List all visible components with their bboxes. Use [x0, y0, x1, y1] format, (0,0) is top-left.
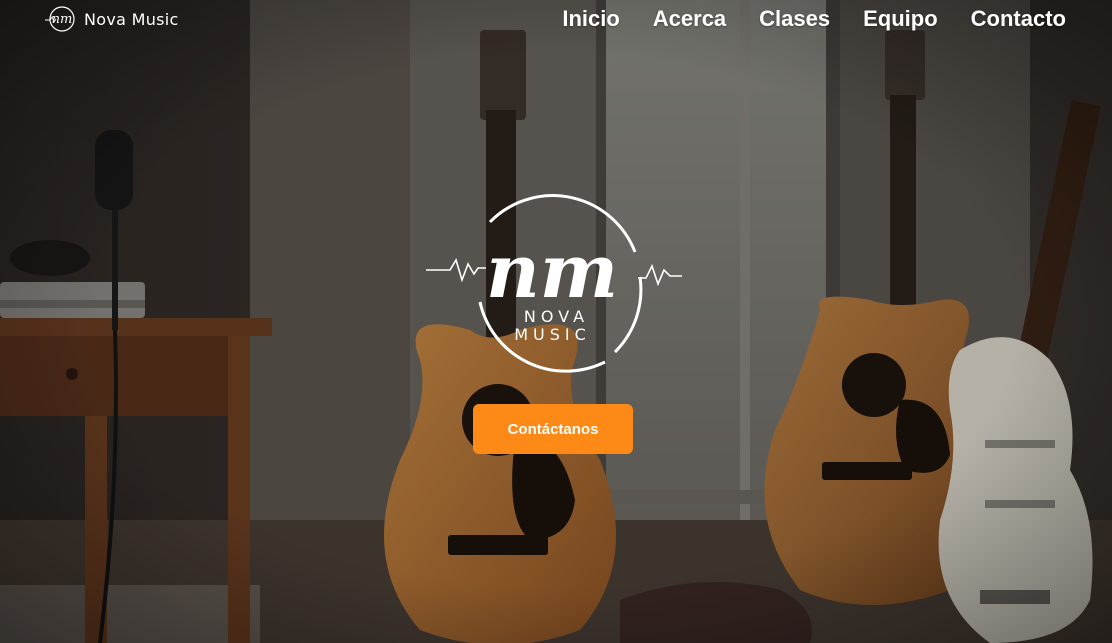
- contact-us-button[interactable]: Contáctanos: [473, 404, 633, 454]
- brand-name: Nova Music: [84, 9, 179, 29]
- svg-text:nm: nm: [486, 229, 618, 315]
- nova-music-logo-icon: nm: [45, 6, 75, 32]
- hero-logo-emblem: nm: [426, 194, 682, 373]
- site-header: nm Nova Music Inicio Acerca Clases Equip…: [0, 0, 1112, 42]
- nav-link-contacto[interactable]: Contacto: [971, 6, 1066, 32]
- brand-home-link[interactable]: nm Nova Music: [44, 4, 179, 34]
- main-nav: Inicio Acerca Clases Equipo Contacto: [562, 6, 1066, 32]
- nav-link-equipo[interactable]: Equipo: [863, 6, 938, 32]
- svg-text:nm: nm: [52, 12, 73, 27]
- nav-link-clases[interactable]: Clases: [759, 6, 830, 32]
- hero-logo: nm NOVA MUSIC: [420, 182, 685, 377]
- nav-link-inicio[interactable]: Inicio: [562, 6, 619, 32]
- hero-logo-word-music: MUSIC: [514, 325, 591, 344]
- nav-link-acerca[interactable]: Acerca: [653, 6, 726, 32]
- hero-logo-word-nova: NOVA: [523, 307, 590, 326]
